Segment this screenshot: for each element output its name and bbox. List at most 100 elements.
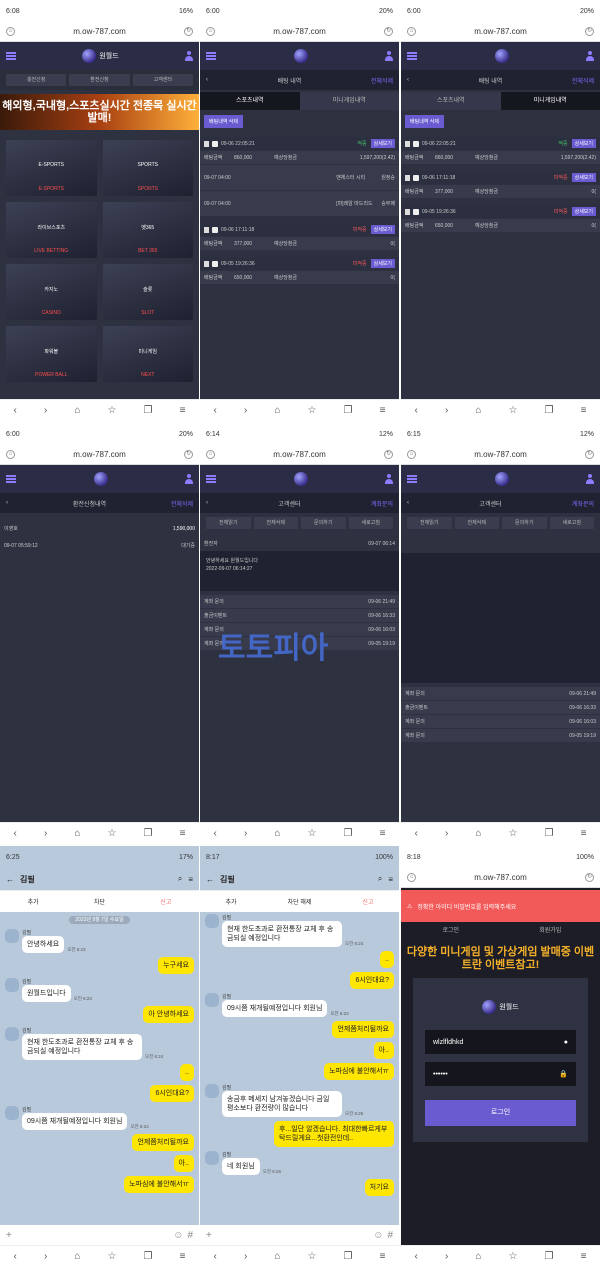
emoji-icon[interactable]: ☺ bbox=[373, 1230, 383, 1241]
bookmark-icon[interactable]: ☆ bbox=[108, 1251, 117, 1262]
back-icon[interactable]: ‹ bbox=[214, 405, 217, 416]
message-bubble[interactable]: 09시쯤 재개될예정입니다 회원님 bbox=[222, 1000, 328, 1017]
message-bubble[interactable]: 네 회원님 bbox=[222, 1158, 260, 1175]
url-bar[interactable]: ⌂ m.ow-787.com ↻ bbox=[200, 22, 399, 42]
logo[interactable] bbox=[494, 49, 509, 63]
avatar[interactable] bbox=[5, 1027, 19, 1041]
home-icon[interactable]: ⌂ bbox=[6, 27, 15, 36]
url-bar[interactable]: ⌂ m.ow-787.com ↻ bbox=[401, 445, 600, 465]
menu-icon[interactable]: ≡ bbox=[380, 405, 386, 416]
reload-icon[interactable]: ↻ bbox=[585, 27, 594, 36]
delete-history-button[interactable]: 배팅내역 삭제 bbox=[204, 115, 243, 128]
logo[interactable] bbox=[293, 472, 308, 486]
delete-all-link[interactable]: 전체삭제 bbox=[371, 76, 393, 85]
hash-icon[interactable]: # bbox=[187, 1230, 193, 1241]
url-text[interactable]: m.ow-787.com bbox=[221, 450, 378, 459]
url-text[interactable]: m.ow-787.com bbox=[21, 450, 178, 459]
emoji-icon[interactable]: ☺ bbox=[173, 1230, 183, 1241]
game-card[interactable]: 파워볼 POWER BALL bbox=[6, 326, 97, 382]
bookmark-icon[interactable]: ☆ bbox=[108, 828, 117, 839]
add-friend-button[interactable]: 추가 bbox=[28, 897, 39, 906]
tabs-icon[interactable]: ❐ bbox=[144, 405, 153, 416]
promo-banner[interactable]: 해외형,국내형,스포츠실시간 전종목 실시간발매! bbox=[0, 94, 199, 130]
menu-icon[interactable]: ≡ bbox=[180, 1251, 186, 1262]
home-icon[interactable]: ⌂ bbox=[206, 27, 215, 36]
game-card[interactable]: 미니게임 NEXT bbox=[102, 326, 193, 382]
user-icon[interactable] bbox=[185, 474, 193, 484]
url-bar[interactable]: ⌂ m.ow-787.com ↻ bbox=[401, 22, 600, 42]
game-card[interactable]: 라이브스포츠 LIVE BETTING bbox=[6, 202, 97, 258]
home-icon[interactable]: ⌂ bbox=[6, 450, 15, 459]
url-bar[interactable]: ⌂ m.ow-787.com ↻ bbox=[0, 445, 199, 465]
reload-icon[interactable]: ↻ bbox=[184, 27, 193, 36]
tabs-icon[interactable]: ❐ bbox=[545, 1251, 554, 1262]
user-icon[interactable] bbox=[385, 474, 393, 484]
unblock-button[interactable]: 차단 해제 bbox=[288, 897, 312, 906]
chat-input[interactable]: + ☺ # bbox=[0, 1225, 199, 1245]
detail-button[interactable]: 상세보기 bbox=[571, 207, 596, 216]
forward-icon[interactable]: › bbox=[44, 1251, 47, 1262]
avatar[interactable] bbox=[205, 993, 219, 1007]
bookmark-icon[interactable]: ☆ bbox=[509, 1251, 518, 1262]
checkbox[interactable] bbox=[413, 140, 419, 147]
tab-minigame[interactable]: 미니게임내역 bbox=[299, 92, 399, 110]
menu-icon[interactable]: ≡ bbox=[388, 875, 393, 884]
message-bubble[interactable]: 6시인대요? bbox=[150, 1085, 194, 1102]
reload-icon[interactable]: ↻ bbox=[384, 27, 393, 36]
message-bubble[interactable]: 현재 한도초과로 환전통장 교체 후 송금되실 예정입니다 bbox=[22, 1034, 142, 1060]
menu-icon[interactable] bbox=[6, 475, 16, 483]
checkbox[interactable] bbox=[212, 260, 218, 267]
message-bubble[interactable]: 09시쯤 재개될예정입니다 회원님 bbox=[22, 1113, 128, 1130]
back-icon[interactable]: ← bbox=[6, 875, 14, 884]
home-icon[interactable]: ⌂ bbox=[206, 450, 215, 459]
support-button[interactable]: 고객센터 bbox=[132, 74, 193, 86]
message-bubble[interactable]: 누구세요 bbox=[158, 957, 194, 974]
refresh-button[interactable]: 새로고침 bbox=[549, 517, 594, 529]
message-bubble[interactable]: 아.. bbox=[373, 1042, 394, 1059]
menu-icon[interactable]: ≡ bbox=[380, 828, 386, 839]
home-icon[interactable]: ⌂ bbox=[74, 1251, 80, 1262]
trash-icon[interactable] bbox=[405, 140, 410, 147]
tabs-icon[interactable]: ❐ bbox=[144, 1251, 153, 1262]
home-icon[interactable]: ⌂ bbox=[274, 828, 280, 839]
inquiry-link[interactable]: 계좌문의 bbox=[572, 499, 594, 508]
back-icon[interactable]: ‹ bbox=[14, 828, 17, 839]
trash-icon[interactable] bbox=[204, 226, 209, 233]
message-bubble[interactable]: 6시인대요? bbox=[350, 972, 394, 989]
message-bubble[interactable]: 후...일단 알겠습니다. 최대한빠르게부탁드릴게요...첫환전인데.. bbox=[274, 1121, 394, 1147]
url-bar[interactable]: ⌂ m.ow-787.com ↻ bbox=[401, 868, 600, 888]
menu-icon[interactable]: ≡ bbox=[581, 828, 587, 839]
forward-icon[interactable]: › bbox=[44, 405, 47, 416]
username-field[interactable]: wlzlfldhkd ● bbox=[425, 1030, 576, 1054]
home-icon[interactable]: ⌂ bbox=[475, 828, 481, 839]
back-icon[interactable]: ‹ bbox=[415, 828, 418, 839]
home-icon[interactable]: ⌂ bbox=[74, 405, 80, 416]
delete-all-link[interactable]: 전체삭제 bbox=[171, 499, 193, 508]
menu-icon[interactable] bbox=[206, 475, 216, 483]
home-icon[interactable]: ⌂ bbox=[407, 27, 416, 36]
delete-all-button[interactable]: 전체삭제 bbox=[253, 517, 298, 529]
bookmark-icon[interactable]: ☆ bbox=[308, 405, 317, 416]
home-icon[interactable]: ⌂ bbox=[407, 450, 416, 459]
checkbox[interactable] bbox=[212, 226, 218, 233]
menu-icon[interactable]: ≡ bbox=[180, 828, 186, 839]
add-friend-button[interactable]: 추가 bbox=[226, 897, 237, 906]
withdraw-button[interactable]: 환전신청 bbox=[69, 74, 130, 86]
url-text[interactable]: m.ow-787.com bbox=[422, 27, 579, 36]
url-text[interactable]: m.ow-787.com bbox=[221, 27, 378, 36]
detail-button[interactable]: 상세보기 bbox=[370, 139, 395, 148]
delete-history-button[interactable]: 배팅내역 삭제 bbox=[405, 115, 444, 128]
game-card[interactable]: 카지노 CASINO bbox=[6, 264, 97, 320]
delete-all-button[interactable]: 전체삭제 bbox=[454, 517, 499, 529]
plus-icon[interactable]: + bbox=[6, 1230, 12, 1241]
bookmark-icon[interactable]: ☆ bbox=[308, 828, 317, 839]
message-bubble[interactable]: 언제쯤처리될까요 bbox=[132, 1134, 194, 1151]
tab-sports[interactable]: 스포츠내역 bbox=[200, 92, 300, 110]
report-button[interactable]: 신고 bbox=[160, 897, 171, 906]
forward-icon[interactable]: › bbox=[445, 405, 448, 416]
tabs-icon[interactable]: ❐ bbox=[344, 405, 353, 416]
home-icon[interactable]: ⌂ bbox=[475, 1251, 481, 1262]
forward-icon[interactable]: › bbox=[244, 828, 247, 839]
search-icon[interactable]: ⌕ bbox=[378, 874, 382, 884]
back-icon[interactable]: ‹ bbox=[14, 405, 17, 416]
